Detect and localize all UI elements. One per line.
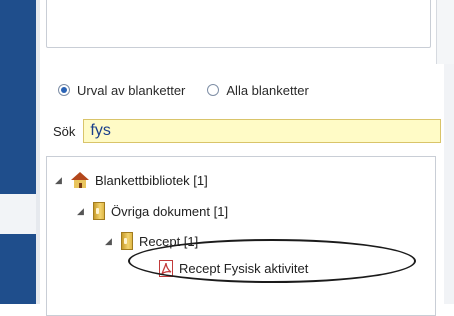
radio-alla[interactable]: Alla blanketter [207, 82, 309, 98]
highlight-ellipse [128, 239, 416, 283]
library-home-icon [71, 172, 89, 188]
panel-gutter [36, 0, 40, 304]
collapse-arrow-icon[interactable]: ◢ [55, 175, 65, 186]
collapse-arrow-icon[interactable]: ◢ [77, 206, 87, 217]
search-row: Sök [53, 119, 442, 143]
binder-folder-icon [121, 232, 133, 250]
notes-textarea[interactable] [46, 0, 431, 48]
radio-selected-icon[interactable] [58, 84, 70, 96]
tree-node-root-label: Blankettbibliotek [1] [95, 172, 208, 188]
right-panel-strip [444, 64, 454, 304]
search-label: Sök [53, 123, 76, 139]
tree-node-folder[interactable]: ◢ Övriga dokument [1] [77, 202, 228, 220]
form-filter-radio-group: Urval av blanketter Alla blanketter [58, 82, 331, 98]
form-library-tree: ◢ Blankettbibliotek [1] ◢ Övriga dokumen… [46, 156, 436, 316]
radio-urval[interactable]: Urval av blanketter [58, 83, 185, 98]
left-nav-highlight[interactable] [0, 194, 36, 234]
right-panel-edge [436, 0, 454, 64]
left-nav-bar [0, 0, 36, 304]
radio-unselected-icon[interactable] [207, 84, 220, 96]
radio-alla-label: Alla blanketter [226, 82, 309, 98]
tree-node-folder-label: Övriga dokument [1] [111, 203, 229, 219]
binder-folder-icon [93, 202, 105, 220]
tree-node-root[interactable]: ◢ Blankettbibliotek [1] [55, 171, 208, 189]
radio-urval-label: Urval av blanketter [77, 82, 186, 98]
collapse-arrow-icon[interactable]: ◢ [105, 236, 115, 247]
search-input[interactable] [83, 119, 442, 143]
